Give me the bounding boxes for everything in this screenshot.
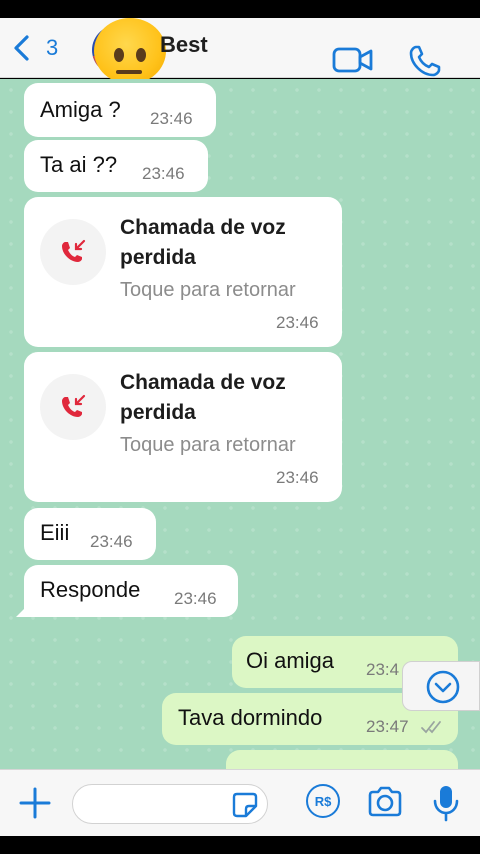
contact-name[interactable]: Best <box>160 32 208 58</box>
video-camera-icon <box>332 47 373 73</box>
missed-call-icon <box>62 394 86 417</box>
message-text: Tava dormindo <box>178 705 323 730</box>
message-text: Ta ai ?? <box>40 152 118 177</box>
message-text: Amiga ? <box>40 97 121 122</box>
outgoing-message-partial[interactable] <box>226 750 458 769</box>
missed-call-icon <box>62 239 86 262</box>
camera-button[interactable] <box>366 786 404 823</box>
back-button[interactable]: 3 <box>10 28 58 68</box>
top-frame-bar <box>0 0 480 18</box>
microphone-icon <box>433 786 459 822</box>
missed-call-icon-badge <box>40 374 106 440</box>
message-time: 23:47 <box>366 717 409 736</box>
bottom-frame-bar <box>0 836 480 854</box>
call-title: Chamada de voz <box>120 371 286 394</box>
message-time: 23:4 <box>366 660 400 679</box>
missed-call-card[interactable]: Chamada de voz perdida Toque para retorn… <box>24 197 342 347</box>
message-time: 23:46 <box>150 109 193 128</box>
incoming-message[interactable]: Ta ai ?? 23:46 <box>24 140 208 192</box>
upside-down-face-emoji-overlay <box>94 18 166 84</box>
chat-area[interactable]: Amiga ? 23:46 Ta ai ?? 23:46 Chamada de … <box>0 79 480 769</box>
message-input[interactable] <box>72 784 268 824</box>
camera-icon <box>368 786 402 817</box>
read-receipt-icon <box>421 721 441 734</box>
voice-call-button[interactable] <box>408 44 442 83</box>
call-subtitle: Toque para retornar <box>120 434 296 456</box>
call-title-line2: perdida <box>120 246 196 269</box>
message-time: 23:46 <box>90 532 133 551</box>
plus-icon <box>19 787 51 819</box>
call-subtitle: Toque para retornar <box>120 279 296 301</box>
call-title-line2: perdida <box>120 401 196 424</box>
message-time: 23:46 <box>276 468 319 487</box>
unread-count: 3 <box>46 35 59 60</box>
incoming-message[interactable]: Eiii 23:46 <box>24 508 156 560</box>
voice-message-button[interactable] <box>432 784 460 827</box>
incoming-message[interactable]: Amiga ? 23:46 <box>24 83 216 137</box>
scroll-to-bottom-button[interactable] <box>402 661 480 711</box>
incoming-message[interactable]: Responde 23:46 <box>16 565 238 617</box>
chat-header: 3 Best <box>0 18 480 84</box>
pix-real-icon: R$ <box>314 793 332 809</box>
message-text: Responde <box>40 577 141 602</box>
message-time: 23:46 <box>142 164 185 183</box>
payment-button[interactable]: R$ <box>306 784 340 818</box>
chevron-left-icon <box>14 35 29 61</box>
chevron-down-circle-icon <box>426 670 460 704</box>
missed-call-icon-badge <box>40 219 106 285</box>
sticker-icon[interactable] <box>231 791 259 819</box>
message-input-bar: R$ <box>0 769 480 836</box>
message-time: 23:46 <box>276 313 319 332</box>
phone-icon <box>409 45 441 77</box>
attach-button[interactable] <box>18 786 52 825</box>
message-text: Eiii <box>40 520 70 545</box>
missed-call-card[interactable]: Chamada de voz perdida Toque para retorn… <box>24 352 342 502</box>
video-call-button[interactable] <box>332 46 374 79</box>
message-time: 23:46 <box>174 589 217 608</box>
message-text: Oi amiga <box>246 648 335 673</box>
call-title: Chamada de voz <box>120 216 286 239</box>
